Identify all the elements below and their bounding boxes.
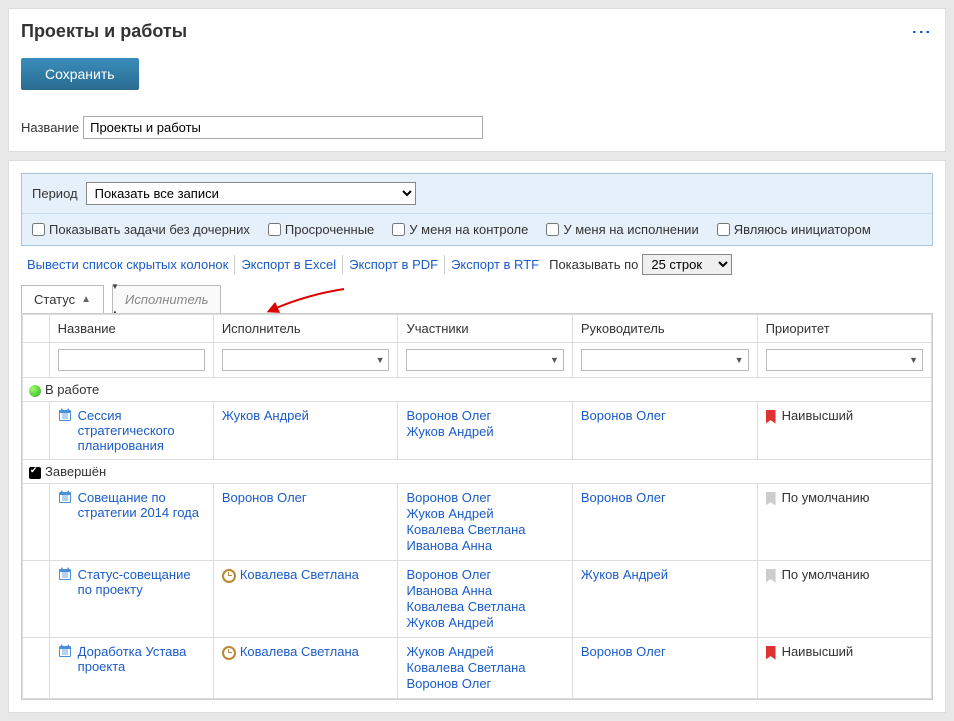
filter-name — [49, 343, 213, 378]
header-card: Проекты и работы ⋮ Сохранить Название — [8, 8, 946, 152]
priority-label: Наивысший — [782, 408, 854, 423]
group-field-placeholder[interactable]: Исполнитель — [112, 285, 221, 313]
participant-link[interactable]: Ковалева Светлана — [406, 660, 525, 675]
drop-indicator-icon — [111, 282, 119, 317]
action-export-rtf[interactable]: Экспорт в RTF — [445, 255, 545, 274]
show-per-label: Показывать по — [549, 257, 638, 272]
executor-link[interactable]: Ковалева Светлана — [240, 567, 359, 582]
period-select[interactable]: Показать все записи — [86, 182, 416, 205]
bookmark-icon — [766, 646, 776, 660]
filter-participants — [398, 343, 572, 378]
col-name[interactable]: Название — [49, 315, 213, 343]
group-row[interactable]: Завершён — [23, 460, 932, 484]
participant-link[interactable]: Жуков Андрей — [406, 644, 493, 659]
calendar-icon — [58, 408, 72, 422]
task-name-link[interactable]: Сессия стратегического планирования — [78, 408, 205, 453]
executor-link[interactable]: Жуков Андрей — [222, 408, 309, 423]
chk-assignee[interactable]: У меня на исполнении — [546, 222, 698, 237]
filter-priority — [757, 343, 931, 378]
page-title: Проекты и работы — [21, 21, 187, 42]
participant-link[interactable]: Воронов Олег — [406, 567, 491, 582]
manager-link[interactable]: Воронов Олег — [581, 408, 666, 423]
participant-link[interactable]: Жуков Андрей — [406, 615, 493, 630]
name-label: Название — [21, 120, 79, 135]
group-status-icon — [29, 385, 41, 397]
participant-link[interactable]: Жуков Андрей — [406, 424, 493, 439]
participant-link[interactable]: Воронов Олег — [406, 490, 491, 505]
col-expand — [23, 315, 50, 343]
task-name-link[interactable]: Совещание по стратегии 2014 года — [78, 490, 205, 520]
chk-initiator[interactable]: Являюсь инициатором — [717, 222, 871, 237]
clock-icon — [222, 646, 236, 660]
calendar-icon — [58, 644, 72, 658]
action-export-pdf[interactable]: Экспорт в PDF — [343, 255, 445, 274]
calendar-icon — [58, 490, 72, 504]
action-export-excel[interactable]: Экспорт в Excel — [235, 255, 343, 274]
bookmark-icon — [766, 492, 776, 506]
chk-overdue[interactable]: Просроченные — [268, 222, 374, 237]
manager-link[interactable]: Воронов Олег — [581, 490, 666, 505]
clock-icon — [222, 569, 236, 583]
executor-link[interactable]: Воронов Олег — [222, 490, 307, 505]
name-input[interactable] — [83, 116, 483, 139]
chk-no-children[interactable]: Показывать задачи без дочерних — [32, 222, 250, 237]
filter-executor — [213, 343, 398, 378]
participant-link[interactable]: Иванова Анна — [406, 538, 492, 553]
col-executor[interactable]: Исполнитель — [213, 315, 398, 343]
group-row[interactable]: В работе — [23, 378, 932, 402]
table-row: Доработка Устава проекта Ковалева Светлан… — [23, 638, 932, 699]
priority-label: По умолчанию — [782, 490, 870, 505]
group-field-status[interactable]: Статус ▲ — [21, 285, 104, 313]
task-name-link[interactable]: Статус-совещание по проекту — [78, 567, 205, 597]
grouping-bar: Статус ▲ Исполнитель — [21, 285, 933, 313]
filter-panel: Период Показать все записи Показывать за… — [21, 173, 933, 246]
executor-link[interactable]: Ковалева Светлана — [240, 644, 359, 659]
table-row: Статус-совещание по проекту Ковалева Свет… — [23, 561, 932, 638]
group-status-icon — [29, 467, 41, 479]
filter-manager — [572, 343, 757, 378]
bookmark-icon — [766, 569, 776, 583]
bookmark-icon — [766, 410, 776, 424]
participant-link[interactable]: Воронов Олег — [406, 408, 491, 423]
kebab-menu-icon[interactable]: ⋮ — [909, 22, 933, 42]
data-table: Название Исполнитель Участники Руководит… — [22, 314, 932, 699]
chk-control[interactable]: У меня на контроле — [392, 222, 528, 237]
participant-link[interactable]: Ковалева Светлана — [406, 599, 525, 614]
action-show-hidden-columns[interactable]: Вывести список скрытых колонок — [21, 255, 235, 274]
filter-expand — [23, 343, 50, 378]
save-button[interactable]: Сохранить — [21, 58, 139, 90]
participant-link[interactable]: Ковалева Светлана — [406, 522, 525, 537]
col-priority[interactable]: Приоритет — [757, 315, 931, 343]
manager-link[interactable]: Воронов Олег — [581, 644, 666, 659]
table-row: Совещание по стратегии 2014 года Воронов … — [23, 484, 932, 561]
actions-row: Вывести список скрытых колонок Экспорт в… — [21, 254, 933, 275]
main-card: Период Показать все записи Показывать за… — [8, 160, 946, 713]
priority-label: Наивысший — [782, 644, 854, 659]
participant-link[interactable]: Жуков Андрей — [406, 506, 493, 521]
page-size-select[interactable]: 25 строк — [642, 254, 732, 275]
manager-link[interactable]: Жуков Андрей — [581, 567, 668, 582]
sort-asc-icon: ▲ — [81, 294, 91, 305]
priority-label: По умолчанию — [782, 567, 870, 582]
table-row: Сессия стратегического планирования Жуков… — [23, 402, 932, 460]
calendar-icon — [58, 567, 72, 581]
col-manager[interactable]: Руководитель — [572, 315, 757, 343]
col-participants[interactable]: Участники — [398, 315, 572, 343]
participant-link[interactable]: Иванова Анна — [406, 583, 492, 598]
data-table-wrap: Название Исполнитель Участники Руководит… — [21, 313, 933, 700]
task-name-link[interactable]: Доработка Устава проекта — [78, 644, 205, 674]
period-label: Период — [32, 186, 78, 201]
